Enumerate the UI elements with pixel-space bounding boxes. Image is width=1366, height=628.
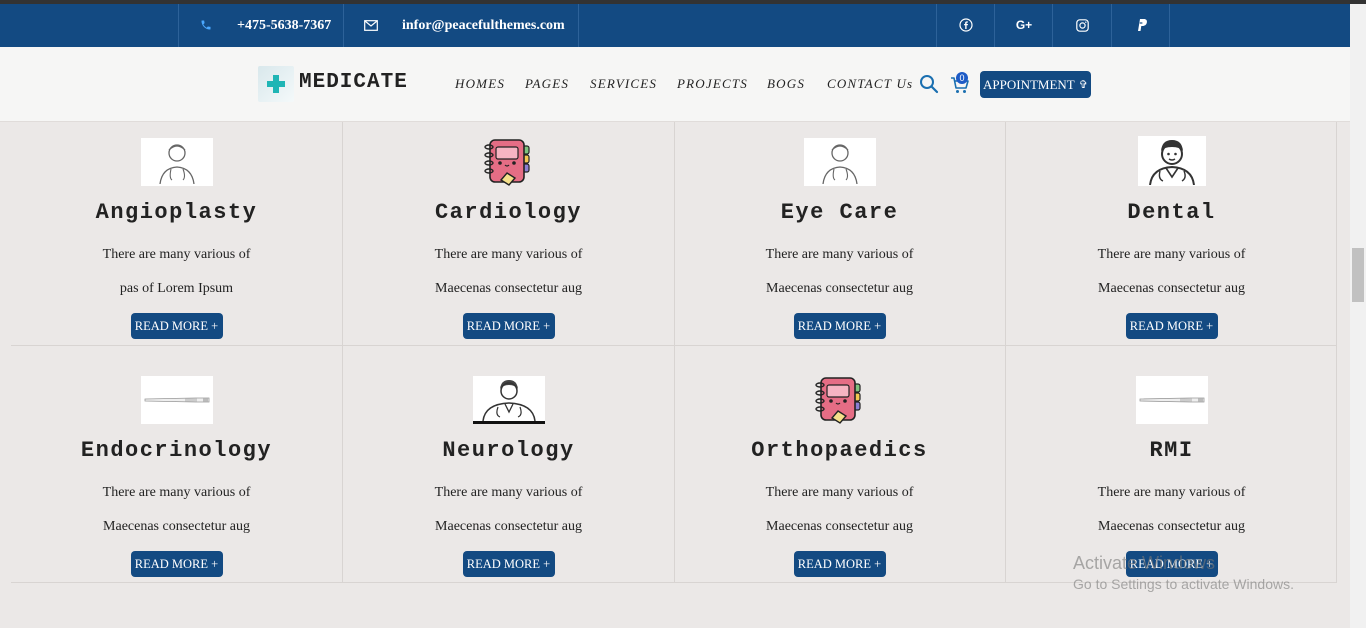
service-description-line: There are many various of (1097, 247, 1246, 262)
service-description-line: There are many various of (434, 247, 583, 262)
service-card: Neurology There are many various of Maec… (343, 360, 674, 584)
service-card: RMI There are many various of Maecenas c… (1006, 360, 1337, 584)
nav-item-homes[interactable]: HOMES (455, 76, 505, 92)
service-description-line: There are many various of (102, 485, 251, 500)
divider (178, 4, 179, 47)
mail-icon (362, 16, 380, 34)
service-title: Cardiology (434, 200, 583, 225)
doctor-icon (140, 138, 213, 186)
paypal-icon[interactable] (1132, 16, 1150, 34)
cart-count-badge: 0 (956, 72, 968, 84)
divider (1111, 4, 1112, 47)
divider (343, 4, 344, 47)
top-contact-bar: +475-5638-7367 infor@peacefulthemes.com … (0, 4, 1350, 47)
divider (1169, 4, 1170, 47)
service-description-line: Maecenas consectetur aug (766, 281, 913, 296)
nav-item-blogs[interactable]: BOGS (767, 76, 805, 92)
service-description-line: There are many various of (765, 485, 914, 500)
nav-item-contact[interactable]: CONTACT Us (827, 76, 913, 92)
service-description-line: Maecenas consectetur aug (103, 519, 250, 534)
service-title: Eye Care (780, 200, 899, 225)
service-description-line: There are many various of (102, 247, 251, 262)
instagram-icon[interactable] (1073, 16, 1091, 34)
service-description-line: Maecenas consectetur aug (1098, 519, 1245, 534)
service-title: Neurology (442, 438, 575, 463)
service-title: Angioplasty (95, 200, 258, 225)
cross-icon: ✞ (1078, 79, 1088, 91)
watermark-title: Activate Windows (1073, 553, 1216, 573)
read-more-button[interactable]: READ MORE + (462, 551, 555, 577)
service-description-line: There are many various of (765, 247, 914, 262)
phone-number[interactable]: +475-5638-7367 (237, 4, 331, 47)
services-grid: Angioplasty There are many various of pa… (11, 122, 1337, 583)
thermometer-icon (140, 376, 213, 424)
nav-item-projects[interactable]: PROJECTS (677, 76, 748, 92)
divider (1052, 4, 1053, 47)
read-more-button[interactable]: READ MORE + (462, 313, 555, 339)
appointment-label: APPOINTMENT (983, 76, 1075, 92)
service-title: RMI (1149, 438, 1194, 463)
main-navbar: MEDICATE HOMES PAGES SERVICES PROJECTS B… (0, 47, 1350, 122)
read-more-button[interactable]: READ MORE + (1125, 313, 1218, 339)
doctor-icon (1137, 136, 1206, 186)
doctor-icon (472, 376, 545, 424)
medical-cross-logo-icon[interactable] (258, 66, 294, 102)
service-card: Eye Care There are many various of Maece… (674, 122, 1005, 346)
divider (936, 4, 937, 47)
service-card: Endocrinology There are many various of … (11, 360, 342, 584)
email-address[interactable]: infor@peacefulthemes.com (402, 4, 565, 47)
service-description-line: Maecenas consectetur aug (435, 519, 582, 534)
divider (578, 4, 579, 47)
appointment-button[interactable]: APPOINTMENT ✞ (980, 71, 1091, 98)
service-title: Orthopaedics (751, 438, 928, 463)
notebook-icon (804, 376, 876, 424)
service-card: Dental There are many various of Maecena… (1006, 122, 1337, 346)
page-scrollbar[interactable] (1350, 4, 1366, 628)
service-card: Angioplasty There are many various of pa… (11, 122, 342, 346)
service-description-line: Maecenas consectetur aug (1098, 281, 1245, 296)
brand-name[interactable]: MEDICATE (299, 71, 408, 94)
service-description-line: pas of Lorem Ipsum (119, 281, 234, 296)
divider (994, 4, 995, 47)
service-card: Cardiology There are many various of Mae… (343, 122, 674, 346)
read-more-button[interactable]: READ MORE + (793, 313, 886, 339)
read-more-button[interactable]: READ MORE + (130, 551, 223, 577)
service-card: Orthopaedics There are many various of M… (674, 360, 1005, 584)
windows-activation-watermark: Activate Windows Go to Settings to activ… (1073, 553, 1294, 592)
search-icon[interactable] (919, 74, 939, 94)
service-description-line: There are many various of (434, 485, 583, 500)
doctor-icon (803, 138, 876, 186)
service-title: Endocrinology (80, 438, 273, 463)
notebook-icon (473, 138, 545, 186)
service-description-line: There are many various of (1097, 485, 1246, 500)
service-description-line: Maecenas consectetur aug (435, 281, 582, 296)
read-more-button[interactable]: READ MORE + (793, 551, 886, 577)
scrollbar-thumb[interactable] (1352, 248, 1364, 302)
google-plus-icon[interactable]: G+ (1015, 16, 1033, 34)
nav-item-pages[interactable]: PAGES (525, 76, 569, 92)
read-more-button[interactable]: READ MORE + (130, 313, 223, 339)
watermark-subtitle: Go to Settings to activate Windows. (1073, 576, 1294, 592)
facebook-icon[interactable] (957, 16, 975, 34)
phone-icon (197, 16, 215, 34)
service-description-line: Maecenas consectetur aug (766, 519, 913, 534)
thermometer-icon (1135, 376, 1208, 424)
service-title: Dental (1127, 200, 1216, 225)
nav-item-services[interactable]: SERVICES (590, 76, 657, 92)
